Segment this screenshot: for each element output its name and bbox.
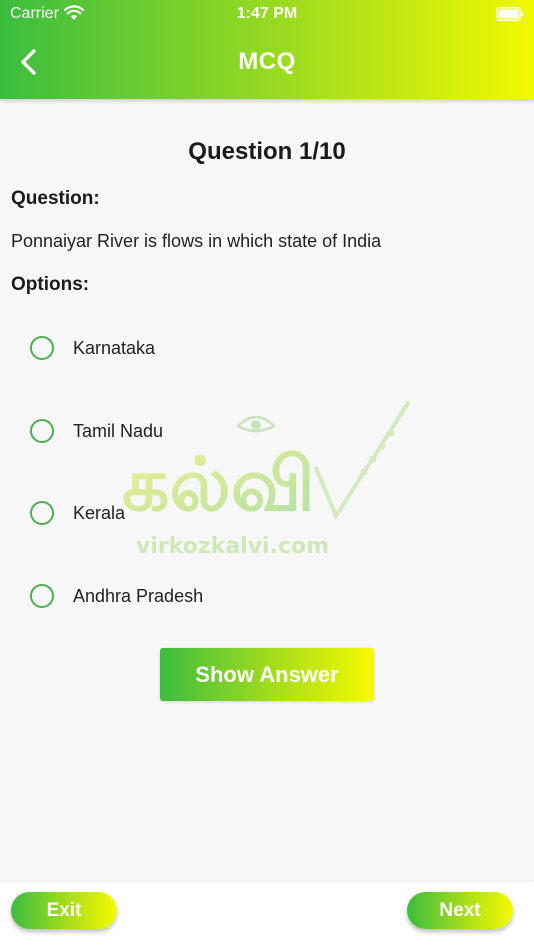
next-button[interactable]: Next (407, 892, 513, 929)
battery-icon (496, 7, 524, 21)
exit-button[interactable]: Exit (11, 892, 117, 929)
option-item[interactable]: Andhra Pradesh (28, 580, 428, 612)
question-heading: Question: (11, 188, 100, 209)
page-title: MCQ (238, 48, 296, 75)
question-text: Ponnaiyar River is flows in which state … (11, 231, 382, 251)
option-item[interactable]: Karnataka (28, 332, 428, 364)
option-label: Karnataka (73, 338, 156, 358)
option-label: Andhra Pradesh (73, 586, 204, 606)
status-bar: Carrier 1:47 PM (0, 0, 534, 28)
show-answer-button[interactable]: Show Answer (160, 648, 374, 701)
svg-text:virkozkalvi.com: virkozkalvi.com (136, 534, 329, 559)
option-label: Kerala (73, 503, 126, 523)
option-item[interactable]: Tamil Nadu (28, 415, 428, 447)
option-item[interactable]: Kerala (28, 497, 428, 529)
status-time: 1:47 PM (236, 5, 298, 22)
radio-unchecked-icon[interactable] (30, 336, 54, 360)
app-header: Carrier 1:47 PM MCQ (0, 0, 534, 99)
option-label: Tamil Nadu (73, 421, 164, 441)
options-heading: Options: (11, 274, 90, 295)
question-counter: Question 1/10 (188, 138, 346, 165)
radio-unchecked-icon[interactable] (30, 501, 54, 525)
radio-unchecked-icon[interactable] (30, 584, 54, 608)
radio-unchecked-icon[interactable] (30, 419, 54, 443)
